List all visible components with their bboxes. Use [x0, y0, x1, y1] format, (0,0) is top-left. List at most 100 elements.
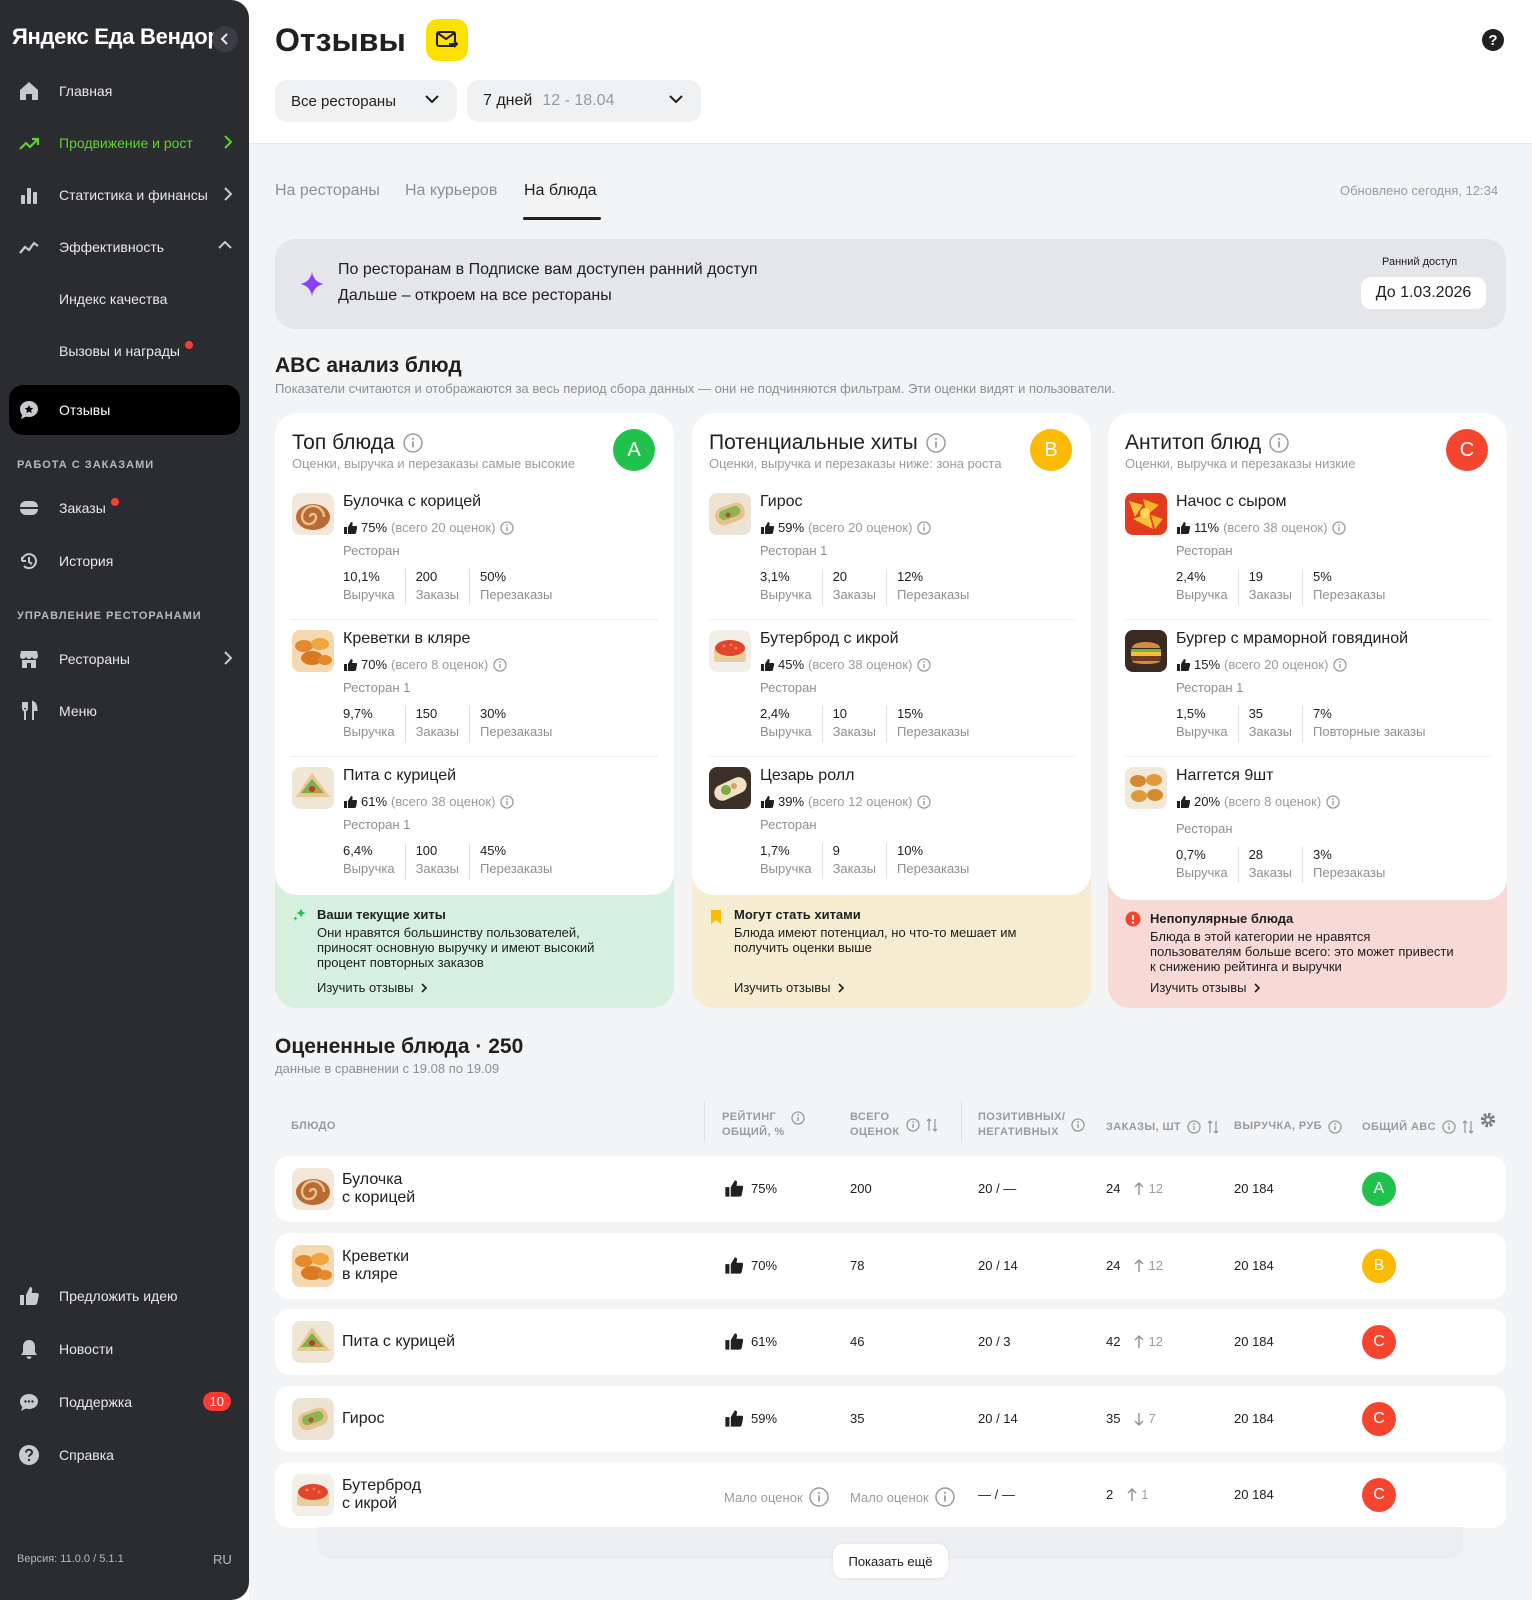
info-icon[interactable]: [917, 794, 935, 809]
row-abc-badge: C: [1362, 1325, 1396, 1359]
sort-icon[interactable]: [1462, 1119, 1474, 1135]
abc-card-body: Антитоп блюд Оценки, выручка и перезаказы…: [1108, 413, 1507, 900]
info-icon[interactable]: [500, 520, 518, 535]
dish-name: Начос с сыром: [1176, 493, 1287, 510]
sidebar-item-support[interactable]: Поддержка 10: [9, 1377, 240, 1427]
sidebar-item-orders[interactable]: Заказы: [9, 483, 240, 533]
info-icon[interactable]: [1269, 433, 1289, 453]
info-icon[interactable]: [790, 1111, 805, 1125]
chevron-right-icon: [224, 135, 232, 149]
info-icon[interactable]: [1328, 1119, 1342, 1134]
abc-card-title: Потенциальные хиты: [709, 431, 946, 455]
sidebar-item-challenges[interactable]: Вызовы и награды: [9, 326, 240, 376]
dish-metrics: 2,4% Выручка 19 Заказы 5% Перезаказы: [1176, 569, 1405, 605]
table-row[interactable]: Булочка с корицей 75% 200 20 / — 24 12 20 184 A: [275, 1156, 1506, 1222]
dish-metric: 15% Перезаказы: [897, 706, 970, 739]
row-abc-badge: C: [1362, 1402, 1396, 1436]
sparkle-icon: [299, 271, 325, 297]
dish-metric: 28 Заказы: [1249, 847, 1304, 883]
banner-line-1: По ресторанам в Подписке вам доступен ра…: [338, 261, 758, 278]
sidebar-item-reviews[interactable]: Отзывы: [9, 385, 240, 435]
table-row[interactable]: Гирос 59% 35 20 / 14 35 7 20 184 C: [275, 1386, 1506, 1452]
question-icon: [18, 1444, 40, 1466]
restaurant-select[interactable]: Все рестораны: [275, 80, 457, 122]
sidebar-item-menu[interactable]: Меню: [9, 686, 240, 736]
row-rating: 61%: [724, 1332, 777, 1351]
dish-restaurant: Ресторан: [1176, 821, 1233, 836]
dish-metric: 19 Заказы: [1249, 569, 1304, 605]
dish-metric: 1,5% Выручка: [1176, 706, 1239, 742]
section-title-orders: РАБОТА С ЗАКАЗАМИ: [17, 459, 155, 471]
language-switch[interactable]: RU: [213, 1552, 232, 1567]
info-icon[interactable]: [926, 433, 946, 453]
store-icon: [18, 648, 40, 670]
row-dish-name: Гирос: [342, 1410, 385, 1427]
sidebar-item-help[interactable]: Справка: [9, 1430, 240, 1480]
rated-dishes-subtitle: данные в сравнении с 19.08 по 19.09: [275, 1061, 500, 1076]
collapse-sidebar-button[interactable]: [212, 26, 238, 52]
early-access-date: До 1.03.2026: [1361, 277, 1486, 309]
sidebar-item-quality-index[interactable]: Индекс качества: [9, 274, 240, 324]
table-row[interactable]: Креветки в кляре 70% 78 20 / 14 24 12 20 184 B: [275, 1233, 1506, 1299]
period-select[interactable]: 7 дней 12 - 18.04: [467, 80, 701, 122]
info-icon[interactable]: [1442, 1120, 1456, 1134]
settings-gear-icon[interactable]: [1479, 1111, 1497, 1129]
tab-dishes[interactable]: На блюда: [524, 182, 597, 200]
sidebar-item-suggest-idea[interactable]: Предложить идею: [9, 1271, 240, 1321]
caesar-roll-image: [709, 767, 751, 809]
info-icon[interactable]: [500, 794, 518, 809]
sidebar-item-efficiency[interactable]: Эффективность: [9, 222, 240, 272]
sidebar-item-restaurants[interactable]: Рестораны: [9, 634, 240, 684]
column-divider: [961, 1101, 962, 1141]
cinnamon-roll-image: [292, 493, 334, 535]
info-icon[interactable]: [402, 433, 423, 453]
show-more-button[interactable]: Показать ещё: [833, 1544, 948, 1578]
help-button[interactable]: ?: [1482, 29, 1504, 51]
sidebar-item-history[interactable]: История: [9, 536, 240, 586]
dish-metrics: 1,7% Выручка 9 Заказы 10% Перезаказы: [760, 843, 989, 879]
sort-icon[interactable]: [926, 1117, 938, 1133]
row-rating: 75%: [724, 1179, 777, 1198]
table-row[interactable]: Бутерброд с икрой Мало оценок Мало оценок — …: [275, 1462, 1506, 1528]
chevron-down-icon: [425, 95, 439, 103]
row-revenue: 20 184: [1234, 1334, 1274, 1349]
dish-metric: 2,4% Выручка: [1176, 569, 1239, 605]
table-row[interactable]: Пита с курицей 61% 46 20 / 3 42 12 20 184 C: [275, 1309, 1506, 1375]
info-icon[interactable]: [493, 657, 511, 672]
sidebar-item-news[interactable]: Новости: [9, 1324, 240, 1374]
info-icon[interactable]: [1071, 1118, 1085, 1132]
info-icon[interactable]: [917, 520, 935, 535]
updated-time: Обновлено сегодня, 12:34: [1340, 183, 1499, 198]
thumb-up-icon: [1176, 658, 1194, 672]
info-icon[interactable]: [1332, 520, 1350, 535]
feedback-mail-button[interactable]: [426, 19, 468, 61]
thumb-up-icon: [724, 1179, 743, 1198]
abc-card-title: Антитоп блюд: [1125, 431, 1289, 455]
chevron-right-icon: [830, 982, 845, 993]
chevron-right-icon: [224, 187, 232, 201]
abc-badge: C: [1446, 429, 1488, 471]
sidebar-item-home[interactable]: Главная: [9, 66, 240, 116]
study-reviews-link[interactable]: Изучить отзывы: [734, 980, 845, 995]
info-icon[interactable]: [1187, 1120, 1201, 1134]
tab-couriers[interactable]: На курьеров: [405, 182, 497, 200]
row-rating: 59%: [724, 1409, 777, 1428]
dish-restaurant: Ресторан: [760, 817, 817, 832]
info-icon[interactable]: [1333, 657, 1351, 672]
study-reviews-link[interactable]: Изучить отзывы: [1150, 980, 1261, 995]
period-range: 12 - 18.04: [542, 92, 615, 109]
sidebar-item-statistics[interactable]: Статистика и финансы: [9, 170, 240, 220]
sidebar: Яндекс Еда Вендор Главная Продвижение и …: [0, 0, 249, 1600]
dish-divider: [1125, 756, 1491, 757]
study-reviews-link[interactable]: Изучить отзывы: [317, 980, 428, 995]
info-icon[interactable]: [1326, 794, 1344, 809]
info-icon[interactable]: [934, 1487, 955, 1507]
tab-restaurants[interactable]: На рестораны: [275, 182, 380, 200]
abc-card-hint-title: Ваши текущие хиты: [317, 907, 446, 922]
info-icon[interactable]: [905, 1118, 920, 1132]
info-icon[interactable]: [917, 657, 935, 672]
sidebar-item-promotion[interactable]: Продвижение и рост: [9, 118, 240, 168]
info-icon[interactable]: [808, 1487, 829, 1507]
sort-icon[interactable]: [1207, 1119, 1219, 1135]
gyros-image: [709, 493, 751, 535]
